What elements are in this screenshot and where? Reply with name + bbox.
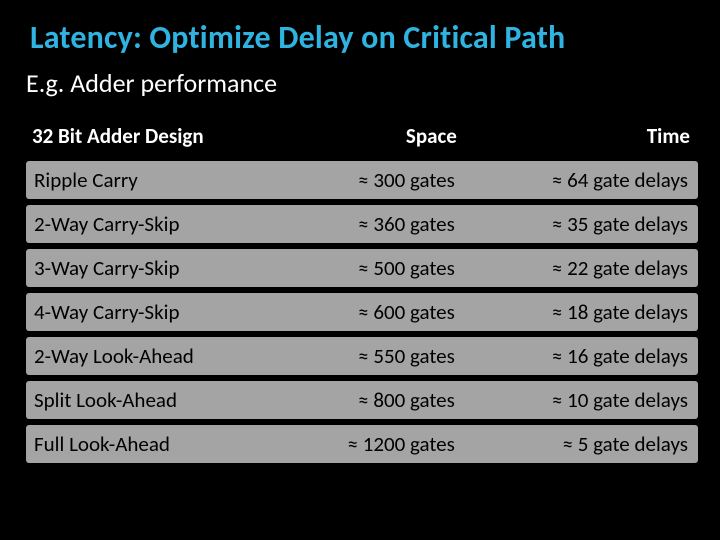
slide-title: Latency: Optimize Delay on Critical Path [30,18,696,57]
table-row: Ripple Carry ≈ 300 gates ≈ 64 gate delay… [26,161,698,199]
cell-design: 2-Way Look-Ahead [26,337,275,375]
cell-design: Split Look-Ahead [26,381,275,419]
cell-design: 4-Way Carry-Skip [26,293,275,331]
table-header-row: 32 Bit Adder Design Space Time [26,119,698,155]
table-row: Full Look-Ahead ≈ 1200 gates ≈ 5 gate de… [26,425,698,463]
table-row: Split Look-Ahead ≈ 800 gates ≈ 10 gate d… [26,381,698,419]
cell-time: ≈ 16 gate delays [465,337,698,375]
cell-design: Ripple Carry [26,161,275,199]
cell-time: ≈ 18 gate delays [465,293,698,331]
col-header-design: 32 Bit Adder Design [26,119,275,155]
slide: Latency: Optimize Delay on Critical Path… [0,0,720,540]
table-body: Ripple Carry ≈ 300 gates ≈ 64 gate delay… [26,161,698,463]
cell-space: ≈ 600 gates [275,293,464,331]
cell-design: Full Look-Ahead [26,425,275,463]
cell-space: ≈ 300 gates [275,161,464,199]
table-row: 3-Way Carry-Skip ≈ 500 gates ≈ 22 gate d… [26,249,698,287]
slide-subhead: E.g. Adder performance [26,67,696,99]
cell-time: ≈ 5 gate delays [465,425,698,463]
table-row: 2-Way Look-Ahead ≈ 550 gates ≈ 16 gate d… [26,337,698,375]
table-row: 2-Way Carry-Skip ≈ 360 gates ≈ 35 gate d… [26,205,698,243]
cell-time: ≈ 64 gate delays [465,161,698,199]
cell-space: ≈ 550 gates [275,337,464,375]
adder-table: 32 Bit Adder Design Space Time Ripple Ca… [26,113,698,469]
cell-design: 3-Way Carry-Skip [26,249,275,287]
cell-time: ≈ 35 gate delays [465,205,698,243]
cell-time: ≈ 22 gate delays [465,249,698,287]
col-header-time: Time [465,119,698,155]
col-header-space: Space [275,119,464,155]
cell-space: ≈ 800 gates [275,381,464,419]
table-row: 4-Way Carry-Skip ≈ 600 gates ≈ 18 gate d… [26,293,698,331]
cell-space: ≈ 360 gates [275,205,464,243]
cell-time: ≈ 10 gate delays [465,381,698,419]
cell-space: ≈ 1200 gates [275,425,464,463]
cell-space: ≈ 500 gates [275,249,464,287]
cell-design: 2-Way Carry-Skip [26,205,275,243]
